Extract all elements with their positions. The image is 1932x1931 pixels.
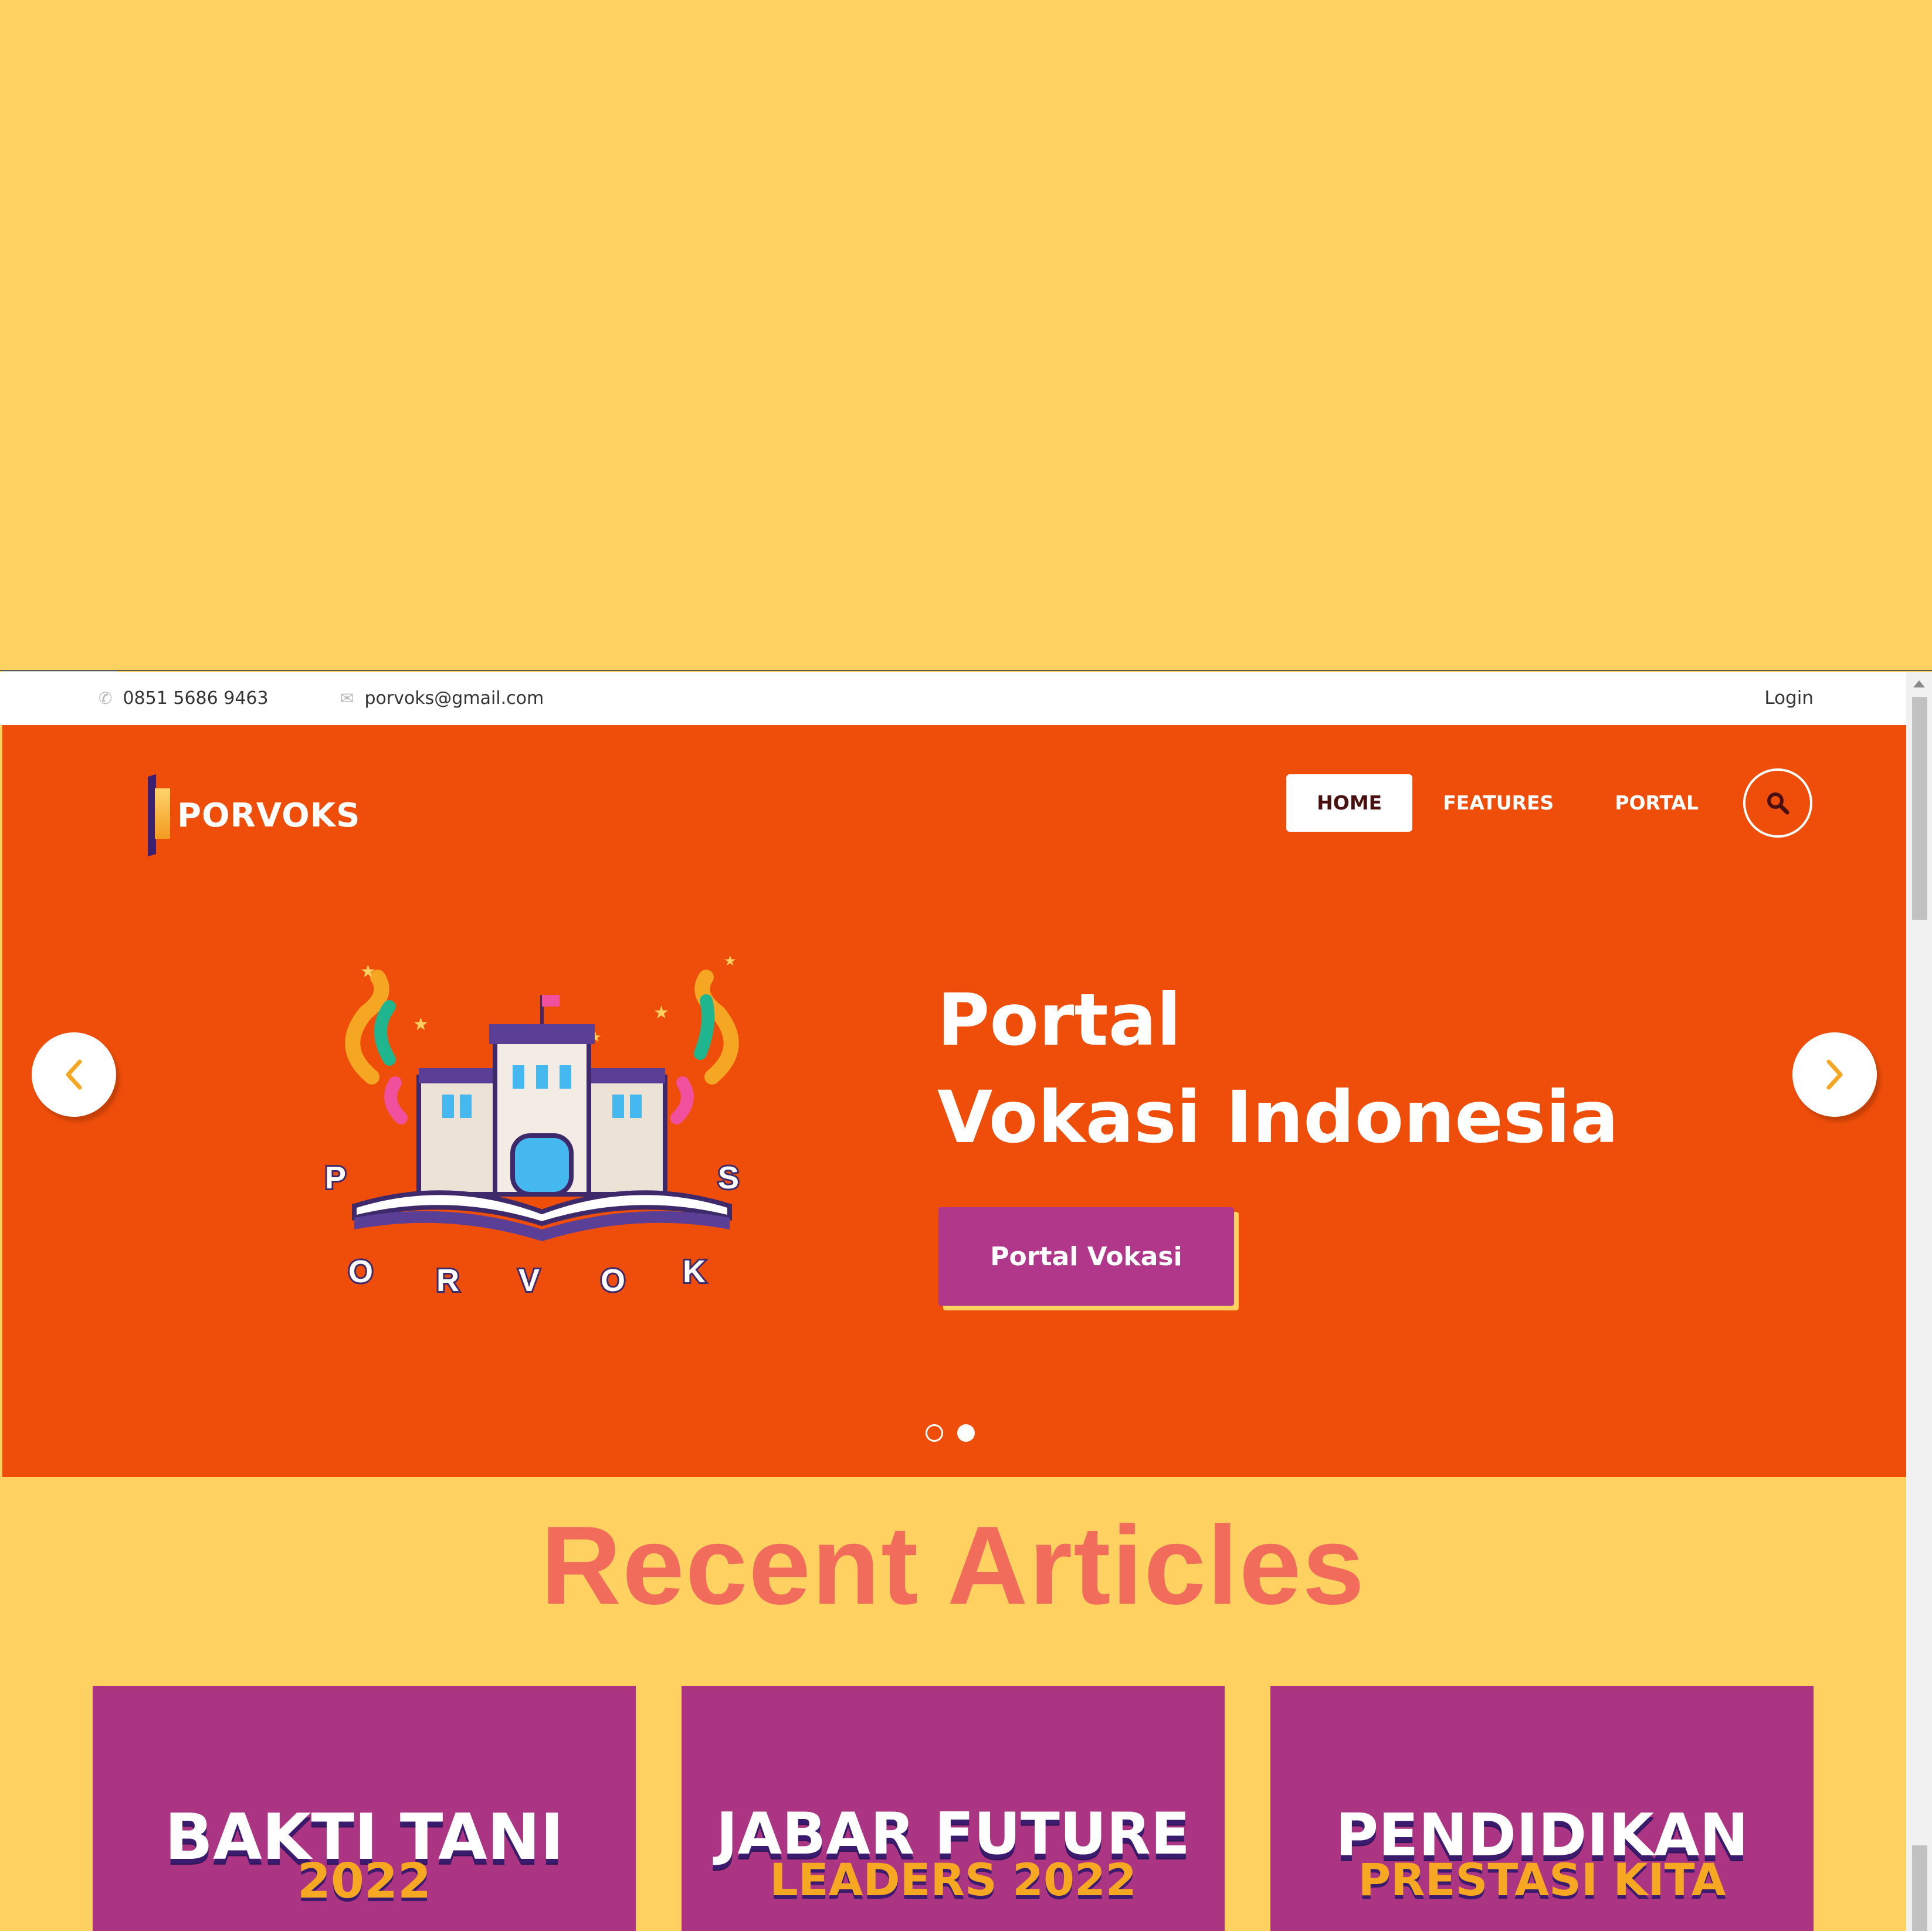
slider-dots xyxy=(926,1424,989,1442)
scrollbar-thumb[interactable] xyxy=(1912,697,1927,920)
email-contact[interactable]: ✉ porvoks@gmail.com xyxy=(340,685,544,711)
portal-vokasi-button[interactable]: Portal Vokasi xyxy=(938,1207,1234,1306)
nav-home[interactable]: HOME xyxy=(1286,774,1413,832)
window-edge xyxy=(0,670,1932,671)
hero-title: Portal Vokasi Indonesia xyxy=(937,971,1619,1166)
article-subtitle: 2022 xyxy=(297,1854,432,1909)
svg-text:★: ★ xyxy=(653,1003,669,1022)
search-button[interactable] xyxy=(1743,768,1812,838)
brand-name: PORVOKS xyxy=(177,796,361,835)
mail-icon: ✉ xyxy=(340,688,354,708)
illus-letter-p: P xyxy=(325,1160,346,1195)
email-address: porvoks@gmail.com xyxy=(364,687,544,709)
svg-text:★: ★ xyxy=(360,962,376,981)
illus-letter-v: V xyxy=(518,1263,540,1294)
slider-dot-1[interactable] xyxy=(926,1424,943,1442)
article-card-pendidikan[interactable]: PENDIDIKAN PRESTASI KITA xyxy=(1270,1686,1814,1931)
phone-number: 0851 5686 9463 xyxy=(123,687,269,709)
illus-letter-s: S xyxy=(718,1160,739,1195)
slider-prev-button[interactable] xyxy=(32,1032,116,1117)
scroll-up-icon[interactable] xyxy=(1913,680,1925,687)
hero-slider: PORVOKS HOME FEATURES PORTAL ★ ★ ★ ★ ★ P… xyxy=(2,725,1906,1477)
phone-icon: ✆ xyxy=(99,688,113,708)
main-nav: HOME FEATURES PORTAL xyxy=(1286,768,1812,838)
illus-letter-o2: O xyxy=(601,1263,625,1294)
article-card-bakti-tani[interactable]: BAKTI TANI 2022 xyxy=(93,1686,636,1931)
article-subtitle: PRESTASI KITA xyxy=(1358,1854,1726,1906)
svg-text:★: ★ xyxy=(413,1015,429,1034)
slider-next-button[interactable] xyxy=(1792,1032,1877,1117)
phone-contact[interactable]: ✆ 0851 5686 9463 xyxy=(99,685,269,711)
article-subtitle: LEADERS 2022 xyxy=(770,1854,1137,1906)
scrollbar-thumb-lower[interactable] xyxy=(1912,1845,1927,1931)
illus-letter-r: R xyxy=(436,1263,459,1294)
illus-letter-o1: O xyxy=(348,1254,373,1289)
logo-mark-icon xyxy=(148,774,171,857)
recent-articles-heading: Recent Articles xyxy=(540,1503,1366,1628)
nav-features[interactable]: FEATURES xyxy=(1412,774,1584,832)
chevron-left-icon xyxy=(66,1059,82,1090)
slider-dot-2[interactable] xyxy=(957,1424,975,1442)
hero-title-line2: Vokasi Indonesia xyxy=(937,1076,1619,1159)
login-link[interactable]: Login xyxy=(1764,685,1814,711)
svg-text:★: ★ xyxy=(724,953,737,969)
illus-letter-k: K xyxy=(683,1254,706,1289)
search-icon xyxy=(1767,792,1789,815)
brand-logo[interactable]: PORVOKS xyxy=(148,774,361,857)
contact-bar: ✆ 0851 5686 9463 ✉ porvoks@gmail.com Log… xyxy=(0,672,1906,725)
article-card-jabar-future-leaders[interactable]: JABAR FUTURE LEADERS 2022 xyxy=(682,1686,1225,1931)
chevron-right-icon xyxy=(1826,1059,1843,1090)
nav-portal[interactable]: PORTAL xyxy=(1584,774,1729,832)
porvoks-illustration: ★ ★ ★ ★ ★ P O R V O K S xyxy=(323,953,741,1294)
page-scrollbar[interactable] xyxy=(1906,672,1932,1931)
hero-title-line1: Portal xyxy=(937,978,1181,1062)
